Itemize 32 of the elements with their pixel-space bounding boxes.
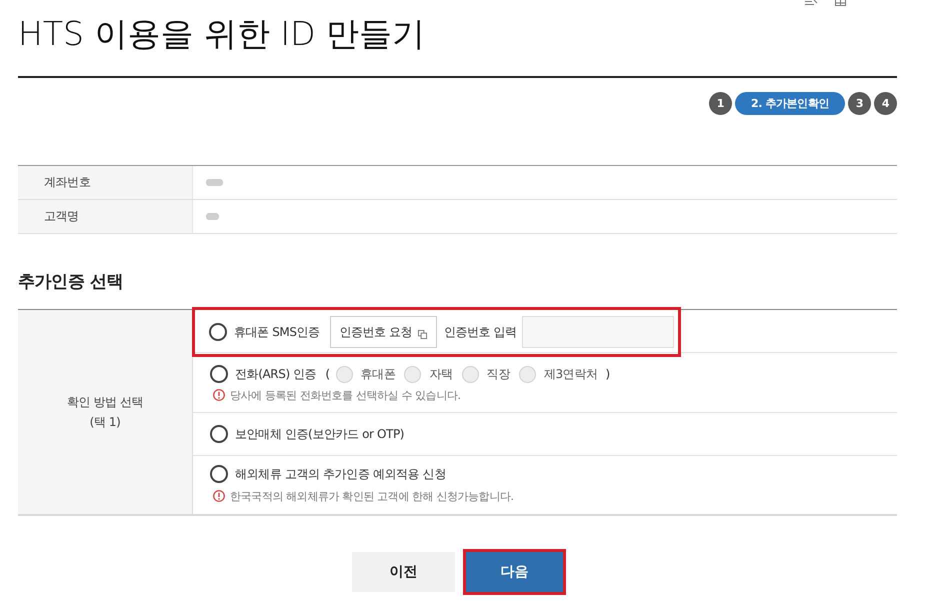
radio-button[interactable] — [210, 365, 228, 383]
request-code-button[interactable]: 인증번호 요청 — [330, 316, 437, 348]
option-label[interactable]: 전화(ARS) 인증 — [235, 366, 316, 382]
page-title: HTS 이용을 위한 ID 만들기 — [18, 13, 426, 55]
code-input-field[interactable] — [522, 316, 674, 348]
paren-text: ) — [606, 367, 610, 381]
list-icon[interactable] — [805, 0, 818, 6]
row-label: 고객명 — [18, 200, 193, 233]
row-label: 계좌번호 — [18, 166, 193, 199]
option-label[interactable]: 보안매체 인증(보안카드 or OTP) — [235, 426, 404, 442]
input-label: 인증번호 입력 — [444, 324, 517, 340]
alert-icon — [213, 389, 225, 401]
previous-button[interactable]: 이전 — [352, 552, 455, 592]
step-indicator: 3 — [848, 92, 871, 115]
radio-button[interactable] — [209, 323, 227, 341]
section-title: 추가인증 선택 — [18, 272, 124, 292]
radio-button[interactable] — [210, 465, 228, 483]
method-label: 확인 방법 선택 — [66, 395, 144, 409]
note-text: 한국국적의 해외체류가 확인된 고객에 한해 신청가능합니다. — [230, 488, 514, 504]
step-indicator: 4 — [874, 92, 897, 115]
paren-text: ( — [325, 367, 330, 381]
copy-icon — [418, 330, 428, 338]
method-note: (택 1) — [90, 415, 120, 429]
option-label[interactable]: 해외체류 고객의 추가인증 예외적용 신청 — [235, 466, 446, 482]
option-label[interactable]: 휴대폰 SMS인증 — [234, 324, 320, 340]
alert-icon — [213, 490, 225, 502]
note-text: 당사에 등록된 전화번호를 선택하실 수 있습니다. — [230, 388, 461, 402]
step-indicator: 2. 추가본인확인 — [734, 92, 845, 115]
step-indicator: 1 — [708, 92, 732, 115]
grid-icon[interactable] — [834, 0, 847, 6]
next-button[interactable]: 다음 — [466, 552, 563, 592]
radio-button[interactable] — [210, 425, 228, 443]
